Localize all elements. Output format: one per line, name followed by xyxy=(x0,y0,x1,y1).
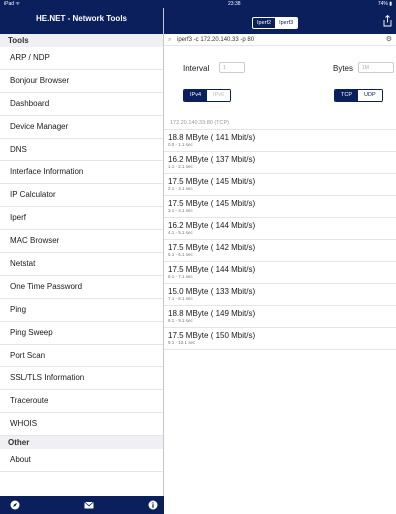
sidebar-item-port-scan[interactable]: Port Scan xyxy=(0,345,163,368)
result-value: 17.5 MByte ( 144 Mbit/s) xyxy=(168,265,256,274)
sidebar-footer xyxy=(0,496,164,514)
battery-indicator: 74% ▮ xyxy=(377,1,392,7)
ipv6-option[interactable]: IPv6 xyxy=(207,90,231,101)
sidebar-item-interface-information[interactable]: Interface Information xyxy=(0,161,163,185)
interval-label: Interval xyxy=(183,64,210,73)
protocol-toggle: TCP UDP xyxy=(334,89,383,102)
result-range: 5.1 - 6.1 sec xyxy=(168,252,193,257)
bytes-label: Bytes xyxy=(333,64,354,73)
mail-icon[interactable] xyxy=(84,500,94,510)
sidebar-item-ping[interactable]: Ping xyxy=(0,299,163,322)
tcp-option[interactable]: TCP xyxy=(335,90,358,101)
result-value: 18.8 MByte ( 149 Mbit/s) xyxy=(168,309,256,318)
command-bar[interactable]: ⌕ iperf3 -c 172.20.140.33 -p 80 ⚙ xyxy=(164,34,396,46)
iperf-version-segment: Iperf2 Iperf3 xyxy=(252,17,299,29)
result-row: 16.2 MByte ( 137 Mbit/s) 1.1 - 2.1 sec xyxy=(164,152,396,174)
result-range: 0.0 - 1.1 sec xyxy=(168,142,193,147)
sidebar-item-ip-calculator[interactable]: IP Calculator xyxy=(0,184,163,208)
sidebar-item-traceroute[interactable]: Traceroute xyxy=(0,390,163,414)
result-value: 15.0 MByte ( 133 Mbit/s) xyxy=(168,287,256,296)
result-range: 4.1 - 5.1 sec xyxy=(168,230,193,235)
sidebar-item-iperf[interactable]: Iperf xyxy=(0,207,163,231)
sidebar-item-mac-browser[interactable]: MAC Browser xyxy=(0,230,163,254)
result-row: 18.8 MByte ( 149 Mbit/s) 8.1 - 9.1 sec xyxy=(164,306,396,328)
ip-version-toggle: IPv4 IPv6 xyxy=(183,89,232,102)
sidebar-item-bonjour-browser[interactable]: Bonjour Browser xyxy=(0,70,163,93)
app-title: HE.NET - Network Tools xyxy=(0,8,163,34)
interval-field[interactable]: 1 xyxy=(219,62,245,73)
share-icon[interactable] xyxy=(383,14,392,27)
sidebar-item-about[interactable]: About xyxy=(0,449,163,473)
info-icon[interactable] xyxy=(148,500,158,510)
sidebar: HE.NET - Network Tools Tools ARP / NDP B… xyxy=(0,8,164,514)
command-text: iperf3 -c 172.20.140.33 -p 80 xyxy=(177,37,255,43)
udp-option[interactable]: UDP xyxy=(358,90,382,101)
section-header-other: Other xyxy=(0,436,163,450)
segment-iperf3[interactable]: Iperf3 xyxy=(275,18,298,28)
result-row: 17.5 MByte ( 145 Mbit/s) 2.1 - 3.1 sec xyxy=(164,174,396,196)
sidebar-item-dns[interactable]: DNS xyxy=(0,139,163,162)
sidebar-item-netstat[interactable]: Netstat xyxy=(0,253,163,276)
result-value: 17.5 MByte ( 142 Mbit/s) xyxy=(168,243,256,252)
result-row: 15.0 MByte ( 133 Mbit/s) 7.1 - 8.1 sec xyxy=(164,284,396,306)
carrier-label: iPad ᯤ xyxy=(4,1,20,7)
result-range: 8.1 - 9.1 sec xyxy=(168,318,193,323)
result-value: 16.2 MByte ( 137 Mbit/s) xyxy=(168,155,256,164)
result-range: 2.1 - 3.1 sec xyxy=(168,186,193,191)
result-row: 16.2 MByte ( 144 Mbit/s) 4.1 - 5.1 sec xyxy=(164,218,396,240)
main-panel: Iperf2 Iperf3 ⌕ iperf3 -c 172.20.140.33 … xyxy=(164,8,396,514)
result-range: 3.1 - 4.1 sec xyxy=(168,208,193,213)
result-value: 17.5 MByte ( 145 Mbit/s) xyxy=(168,199,256,208)
sidebar-item-ssl-tls-information[interactable]: SSL/TLS Information xyxy=(0,367,163,391)
sidebar-item-ping-sweep[interactable]: Ping Sweep xyxy=(0,322,163,345)
target-header: 172.20.140.33:80 (TCP) xyxy=(164,116,396,130)
section-header-tools: Tools xyxy=(0,34,163,47)
gear-icon[interactable]: ⚙ xyxy=(386,34,392,46)
bytes-field[interactable]: 1M xyxy=(358,62,394,73)
result-row: 17.5 MByte ( 145 Mbit/s) 3.1 - 4.1 sec xyxy=(164,196,396,218)
result-range: 6.1 - 7.1 sec xyxy=(168,274,193,279)
segment-iperf2[interactable]: Iperf2 xyxy=(253,18,275,28)
status-bar: iPad ᯤ 23:38 74% ▮ xyxy=(0,0,396,8)
result-row: 18.8 MByte ( 141 Mbit/s) 0.0 - 1.1 sec xyxy=(164,130,396,152)
sidebar-item-whois[interactable]: WHOIS xyxy=(0,413,163,437)
result-value: 17.5 MByte ( 145 Mbit/s) xyxy=(168,177,256,186)
result-row: 17.5 MByte ( 142 Mbit/s) 5.1 - 6.1 sec xyxy=(164,240,396,262)
main-header: Iperf2 Iperf3 xyxy=(164,8,396,34)
search-icon: ⌕ xyxy=(168,37,172,43)
result-range: 9.1 - 10.1 sec xyxy=(168,340,196,345)
result-row: 17.5 MByte ( 144 Mbit/s) 6.1 - 7.1 sec xyxy=(164,262,396,284)
clock: 23:38 xyxy=(228,1,241,7)
sidebar-item-device-manager[interactable]: Device Manager xyxy=(0,116,163,139)
result-range: 7.1 - 8.1 sec xyxy=(168,296,193,301)
sidebar-item-arp-ndp[interactable]: ARP / NDP xyxy=(0,47,163,70)
sidebar-item-one-time-password[interactable]: One Time Password xyxy=(0,276,163,299)
results-list: 18.8 MByte ( 141 Mbit/s) 0.0 - 1.1 sec 16… xyxy=(164,130,396,350)
result-row: 17.5 MByte ( 150 Mbit/s) 9.1 - 10.1 sec xyxy=(164,328,396,350)
sidebar-item-dashboard[interactable]: Dashboard xyxy=(0,93,163,116)
result-value: 16.2 MByte ( 144 Mbit/s) xyxy=(168,221,256,230)
result-range: 1.1 - 2.1 sec xyxy=(168,164,193,169)
options-panel: Interval 1 Bytes 1M IPv4 IPv6 TCP UDP xyxy=(164,46,396,116)
ipv4-option[interactable]: IPv4 xyxy=(184,90,208,101)
compass-icon[interactable] xyxy=(10,500,20,510)
result-value: 18.8 MByte ( 141 Mbit/s) xyxy=(168,133,256,142)
result-value: 17.5 MByte ( 150 Mbit/s) xyxy=(168,331,256,340)
